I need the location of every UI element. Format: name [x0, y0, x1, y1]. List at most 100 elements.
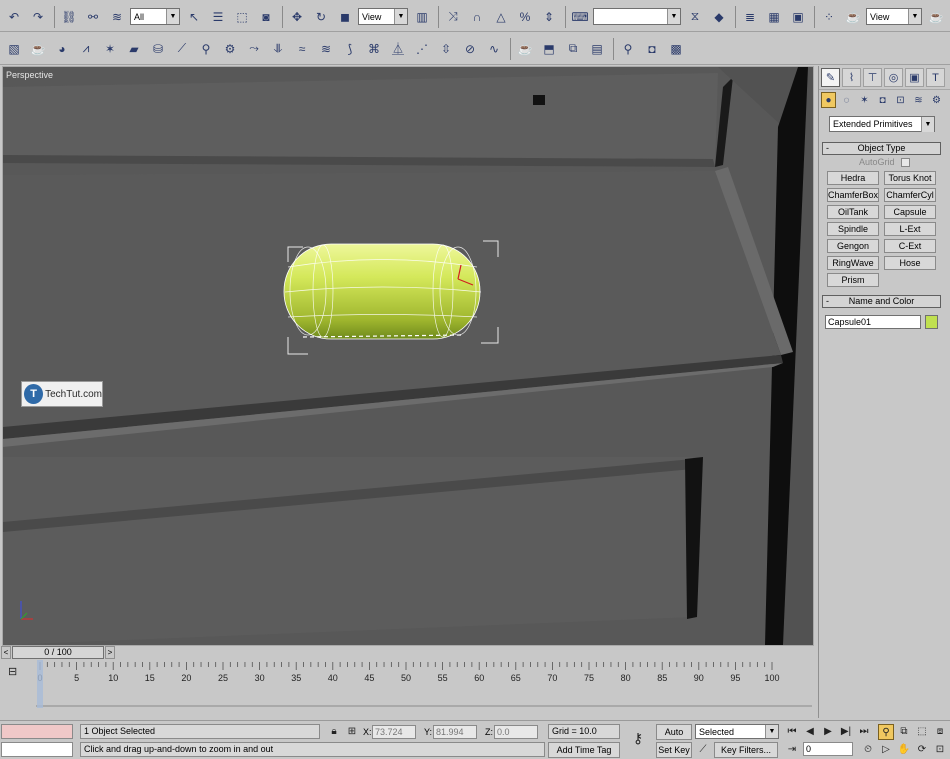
- object-name-field[interactable]: Capsule01: [825, 315, 921, 329]
- layers-icon[interactable]: ⧉: [562, 38, 584, 60]
- torus-knot-button[interactable]: Torus Knot: [884, 171, 936, 185]
- mirror-icon[interactable]: ⤨: [442, 6, 464, 28]
- ringwave-button[interactable]: RingWave: [827, 256, 879, 270]
- cylinder-icon[interactable]: ⛁: [147, 38, 169, 60]
- geometry-subtab-icon[interactable]: ●: [821, 92, 836, 108]
- taper-icon[interactable]: ⏅: [387, 38, 409, 60]
- play-icon[interactable]: ▶: [820, 724, 836, 740]
- star-icon[interactable]: ✶: [99, 38, 121, 60]
- c-ext-button[interactable]: C-Ext: [884, 239, 936, 253]
- add-time-tag-button[interactable]: Add Time Tag: [548, 742, 620, 758]
- x-coordinate-field[interactable]: 73.724: [372, 725, 416, 739]
- z-coordinate-field[interactable]: 0.0: [494, 725, 538, 739]
- ref-coord-system-dropdown[interactable]: View ▼: [358, 8, 408, 25]
- bend-icon[interactable]: ⟆: [339, 38, 361, 60]
- current-frame-marker[interactable]: [37, 660, 43, 708]
- bone-icon[interactable]: ⟋: [171, 38, 193, 60]
- gear-icon[interactable]: ⚙: [219, 38, 241, 60]
- plane-icon[interactable]: ▰: [123, 38, 145, 60]
- time-configuration-icon[interactable]: ⏲: [860, 742, 876, 758]
- gengon-button[interactable]: Gengon: [827, 239, 879, 253]
- modify-tab-icon[interactable]: ⌇: [842, 68, 861, 87]
- cube-icon[interactable]: ⬒: [538, 38, 560, 60]
- field-of-view-icon[interactable]: ▷: [878, 742, 894, 758]
- percent-snap-icon[interactable]: %: [514, 6, 536, 28]
- material-editor-icon[interactable]: ⁘: [818, 6, 840, 28]
- wind-icon[interactable]: ⤳: [243, 38, 265, 60]
- open-mini-curve-editor-icon[interactable]: ⊟: [8, 665, 22, 679]
- name-and-color-rollout[interactable]: - Name and Color: [822, 295, 941, 308]
- maxscript-listener-field[interactable]: [1, 724, 73, 739]
- lights-subtab-icon[interactable]: ✶: [857, 92, 872, 108]
- object-type-rollout[interactable]: - Object Type: [822, 142, 941, 155]
- arc-rotate-icon[interactable]: ⟳: [914, 742, 930, 758]
- hedra-button[interactable]: Hedra: [827, 171, 879, 185]
- select-by-name-icon[interactable]: ☰: [207, 6, 229, 28]
- go-to-start-icon[interactable]: ⏮: [784, 724, 800, 740]
- render-view-dropdown[interactable]: View ▼: [866, 8, 922, 25]
- capsule-button[interactable]: Capsule: [884, 205, 936, 219]
- skew-icon[interactable]: ⊘: [459, 38, 481, 60]
- align-tool-icon[interactable]: ◆: [708, 6, 730, 28]
- snap-icon[interactable]: ∩: [466, 6, 488, 28]
- time-slider-prev-button[interactable]: <: [1, 646, 11, 659]
- time-slider-thumb[interactable]: 0 / 100: [12, 646, 104, 659]
- schematic-view-icon[interactable]: ▣: [787, 6, 809, 28]
- next-frame-icon[interactable]: ▶|: [838, 724, 854, 740]
- utilities-tab-icon[interactable]: T: [926, 68, 945, 87]
- named-selection-dropdown[interactable]: ▼: [593, 8, 681, 25]
- previous-frame-icon[interactable]: ◀: [802, 724, 818, 740]
- rect-selection-icon[interactable]: ⬚: [231, 6, 253, 28]
- lattice-icon[interactable]: ∿: [483, 38, 505, 60]
- teapot-icon[interactable]: ☕: [27, 38, 49, 60]
- unlink-icon[interactable]: ⚯: [82, 6, 104, 28]
- magnifier-icon[interactable]: ⚲: [195, 38, 217, 60]
- oiltank-button[interactable]: OilTank: [827, 205, 879, 219]
- edit-named-sets-icon[interactable]: ⌨: [569, 6, 591, 28]
- trackbar[interactable]: 0510152025303540455055606570758085909510…: [0, 660, 817, 710]
- selection-filter-dropdown[interactable]: All ▼: [130, 8, 180, 25]
- sphere-icon[interactable]: ◕: [51, 38, 73, 60]
- spacewarps-subtab-icon[interactable]: ≋: [911, 92, 926, 108]
- box-icon[interactable]: ▧: [3, 38, 25, 60]
- systems-subtab-icon[interactable]: ⚙: [929, 92, 944, 108]
- display-tab-icon[interactable]: ▣: [905, 68, 924, 87]
- helpers-subtab-icon[interactable]: ⊡: [893, 92, 908, 108]
- undo-icon[interactable]: ↶: [3, 6, 25, 28]
- maximize-viewport-icon[interactable]: ⊡: [932, 742, 948, 758]
- render-frame-icon[interactable]: ▩: [665, 38, 687, 60]
- zoom-all-icon[interactable]: ⧉: [896, 724, 912, 740]
- key-icon[interactable]: ⚷: [626, 730, 650, 746]
- shapes-subtab-icon[interactable]: ◌: [839, 92, 854, 108]
- zoom-icon[interactable]: ⚲: [878, 724, 894, 740]
- zoom-region-icon[interactable]: ⚲: [617, 38, 639, 60]
- select-object-icon[interactable]: ↖: [183, 6, 205, 28]
- key-filters-button[interactable]: Key Filters...: [714, 742, 778, 758]
- select-link-icon[interactable]: ⛓: [58, 6, 80, 28]
- default-tangents-icon[interactable]: ⟋: [695, 742, 711, 758]
- spindle-button[interactable]: Spindle: [827, 222, 879, 236]
- object-color-swatch[interactable]: [925, 315, 938, 329]
- teapot2-icon[interactable]: ☕: [514, 38, 536, 60]
- chamferbox-button[interactable]: ChamferBox: [827, 188, 879, 202]
- bind-spacewarp-icon[interactable]: ≋: [106, 6, 128, 28]
- key-mode-dropdown[interactable]: Selected ▼: [695, 724, 779, 739]
- auto-key-button[interactable]: Auto Key: [656, 724, 692, 751]
- wave-icon[interactable]: ≋: [315, 38, 337, 60]
- mirror-tool-icon[interactable]: ⧖: [684, 6, 706, 28]
- noise-icon[interactable]: ⋰: [411, 38, 433, 60]
- time-slider[interactable]: < 0 / 100 >: [0, 646, 817, 660]
- pan-icon[interactable]: ✋: [896, 742, 912, 758]
- stretch-icon[interactable]: ⇳: [435, 38, 457, 60]
- twist-icon[interactable]: ⌘: [363, 38, 385, 60]
- motion-tab-icon[interactable]: ◎: [884, 68, 903, 87]
- capsule-object[interactable]: [283, 243, 482, 340]
- layer-manager-icon[interactable]: ≣: [739, 6, 761, 28]
- ripple-icon[interactable]: ≈: [291, 38, 313, 60]
- set-key-button[interactable]: Set Key: [656, 742, 692, 758]
- pivot-icon[interactable]: ▥: [411, 6, 433, 28]
- move-icon[interactable]: ✥: [286, 6, 308, 28]
- film-icon[interactable]: ▤: [586, 38, 608, 60]
- create-tab-icon[interactable]: ✎: [821, 68, 840, 87]
- l-ext-button[interactable]: L-Ext: [884, 222, 936, 236]
